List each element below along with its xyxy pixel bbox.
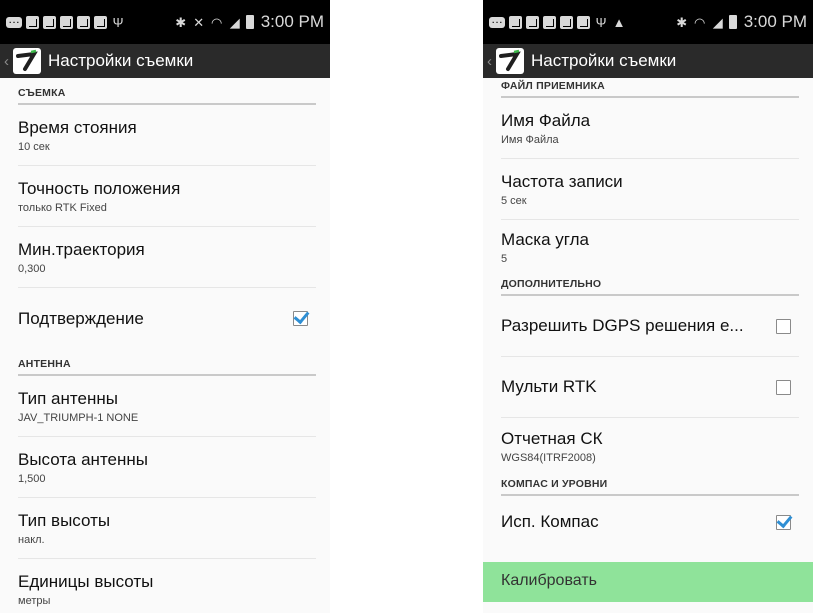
wifi-icon: ◠ bbox=[211, 14, 223, 30]
section-header-receiver-file: ФАЙЛ ПРИЕМНИКА bbox=[501, 78, 799, 98]
dgps-checkbox[interactable] bbox=[776, 318, 791, 334]
page-title: Настройки съемки bbox=[48, 51, 194, 70]
setting-elevation-mask[interactable]: Маска угла 5 bbox=[501, 220, 799, 274]
status-time: 3:00 PM bbox=[260, 12, 324, 31]
signal-icon: ◢ bbox=[712, 14, 723, 30]
setting-value: 5 сек bbox=[501, 194, 527, 207]
setting-title: Тип высоты bbox=[18, 510, 111, 530]
app-logo-icon[interactable] bbox=[12, 47, 42, 75]
setting-height-units[interactable]: Единицы высоты метры bbox=[18, 559, 316, 613]
setting-value: Имя Файла bbox=[501, 133, 559, 146]
setting-height-type[interactable]: Тип высоты накл. bbox=[18, 498, 316, 559]
setting-value: 0,300 bbox=[18, 262, 46, 275]
status-bar: Ψ ✱ ✕ ◠ ◢ 3:00 PM bbox=[0, 0, 330, 44]
action-bar: ‹ Настройки съемки bbox=[0, 44, 330, 78]
app-logo-icon[interactable] bbox=[495, 47, 525, 75]
right-screen: Ψ ▲ ✱ ◠ ◢ 3:00 PM ‹ Настройки съемки ФАЙ… bbox=[483, 0, 813, 613]
setting-value: метры bbox=[18, 595, 51, 607]
setting-title: Маска угла bbox=[501, 229, 589, 249]
setting-occupation-time[interactable]: Время стояния 10 сек bbox=[18, 105, 316, 166]
back-chevron-icon[interactable]: ‹ bbox=[487, 53, 495, 70]
notification-icon bbox=[60, 15, 73, 29]
section-header-compass: КОМПАС И УРОВНИ bbox=[501, 474, 799, 496]
setting-title: Точность положения bbox=[18, 178, 181, 198]
setting-value: только RTK Fixed bbox=[18, 201, 107, 214]
setting-record-rate[interactable]: Частота записи 5 сек bbox=[501, 159, 799, 220]
left-screen: Ψ ✱ ✕ ◠ ◢ 3:00 PM ‹ Настройки съемки СЪЕ… bbox=[0, 0, 330, 613]
page-title: Настройки съемки bbox=[531, 51, 677, 70]
setting-title: Исп. Компас bbox=[501, 512, 599, 531]
setting-antenna-type[interactable]: Тип антенны JAV_TRIUMPH-1 NONE bbox=[18, 376, 316, 437]
setting-min-trajectory[interactable]: Мин.траектория 0,300 bbox=[18, 227, 316, 288]
bluetooth-icon: ✱ bbox=[175, 14, 187, 30]
multi-rtk-checkbox[interactable] bbox=[776, 379, 791, 395]
setting-value: WGS84(ITRF2008) bbox=[501, 451, 596, 464]
setting-value: 5 bbox=[501, 252, 508, 265]
notification-icon bbox=[94, 15, 107, 29]
message-icon bbox=[6, 12, 22, 28]
notification-icon bbox=[43, 15, 56, 29]
wifi-icon: ◠ bbox=[694, 14, 706, 30]
setting-title: Разрешить DGPS решения е... bbox=[501, 316, 744, 335]
battery-icon bbox=[728, 15, 737, 29]
setting-value: 1,500 bbox=[18, 472, 46, 485]
setting-title: Время стояния bbox=[18, 117, 137, 137]
notification-icon bbox=[509, 15, 522, 29]
setting-position-accuracy[interactable]: Точность положения только RTK Fixed bbox=[18, 166, 316, 227]
section-header-additional: ДОПОЛНИТЕЛЬНО bbox=[501, 274, 799, 296]
notification-icon bbox=[77, 15, 90, 29]
back-chevron-icon[interactable]: ‹ bbox=[4, 53, 12, 70]
bluetooth-icon: ✱ bbox=[676, 14, 688, 30]
setting-title: Имя Файла bbox=[501, 110, 591, 130]
compass-checkbox[interactable] bbox=[776, 514, 791, 530]
setting-title: Высота антенны bbox=[18, 449, 148, 469]
calibrate-button[interactable]: Калибровать bbox=[483, 562, 813, 602]
setting-title: Тип антенны bbox=[18, 388, 118, 408]
notification-icon bbox=[560, 15, 573, 29]
battery-icon bbox=[245, 15, 254, 29]
setting-title: Мульти RTK bbox=[501, 377, 597, 396]
status-time: 3:00 PM bbox=[743, 12, 807, 31]
setting-multi-rtk[interactable]: Мульти RTK bbox=[501, 357, 799, 418]
setting-title: Частота записи bbox=[501, 171, 623, 191]
setting-title: Подтверждение bbox=[18, 308, 144, 328]
notification-icon bbox=[543, 15, 556, 29]
section-header-antenna: АНТЕННА bbox=[18, 349, 316, 376]
status-bar: Ψ ▲ ✱ ◠ ◢ 3:00 PM bbox=[483, 0, 813, 44]
setting-antenna-height[interactable]: Высота антенны 1,500 bbox=[18, 437, 316, 498]
usb-icon: Ψ bbox=[112, 14, 124, 30]
signal-icon: ◢ bbox=[229, 14, 240, 30]
setting-allow-dgps[interactable]: Разрешить DGPS решения е... bbox=[501, 296, 799, 357]
setting-use-compass[interactable]: Исп. Компас bbox=[501, 496, 799, 548]
notification-icon bbox=[526, 15, 539, 29]
setting-report-crs[interactable]: Отчетная СК WGS84(ITRF2008) bbox=[501, 418, 799, 474]
setting-value: 10 сек bbox=[18, 140, 50, 153]
mute-icon: ✕ bbox=[193, 14, 205, 30]
notification-icon bbox=[577, 15, 590, 29]
usb-icon: Ψ bbox=[595, 14, 607, 30]
setting-title: Отчетная СК bbox=[501, 428, 603, 448]
setting-file-name[interactable]: Имя Файла Имя Файла bbox=[501, 98, 799, 159]
setting-confirmation[interactable]: Подтверждение bbox=[18, 288, 316, 349]
setting-title: Мин.траектория bbox=[18, 239, 145, 259]
message-icon bbox=[489, 12, 505, 28]
confirmation-checkbox[interactable] bbox=[293, 311, 308, 326]
setting-title: Единицы высоты bbox=[18, 572, 154, 591]
section-header-survey: СЪЕМКА bbox=[18, 78, 316, 105]
setting-value: JAV_TRIUMPH-1 NONE bbox=[18, 411, 139, 424]
notification-icon bbox=[26, 15, 39, 29]
action-bar: ‹ Настройки съемки bbox=[483, 44, 813, 78]
setting-value: накл. bbox=[18, 533, 45, 546]
warning-icon: ▲ bbox=[612, 14, 626, 30]
